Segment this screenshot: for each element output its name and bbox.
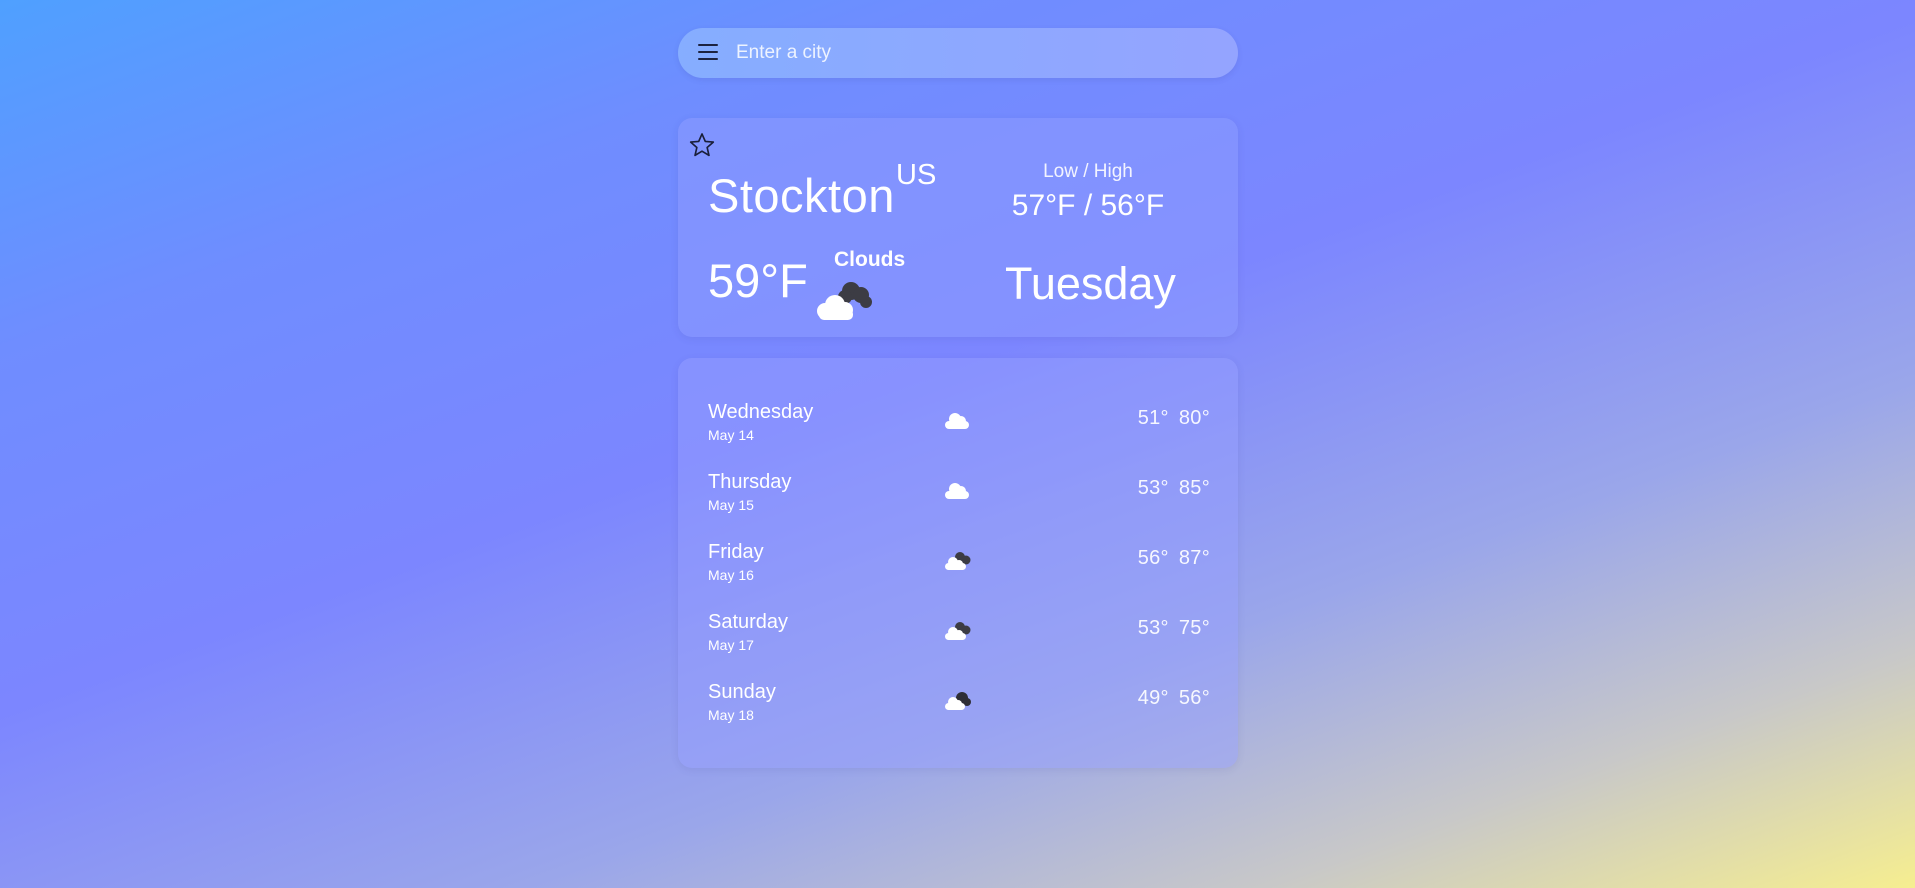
- forecast-day: Thursday: [708, 471, 792, 493]
- broken-clouds-icon: [817, 282, 872, 320]
- forecast-day: Wednesday: [708, 401, 814, 423]
- forecast-temps: 53° 75°: [1138, 618, 1210, 638]
- forecast-temps: 56° 87°: [1138, 548, 1210, 568]
- forecast-temps: 51° 80°: [1138, 408, 1210, 428]
- forecast-low: 53°: [1137, 477, 1169, 499]
- menu-icon[interactable]: [698, 44, 718, 62]
- forecast-high: 87°: [1178, 547, 1210, 569]
- low-high-value: 57°F / 56°F: [1011, 189, 1165, 222]
- forecast-row: Wednesday May 14 51° 80°: [678, 402, 1238, 458]
- forecast-date: May 15: [708, 497, 754, 513]
- broken-clouds-icon: [945, 552, 971, 570]
- broken-clouds-icon: [945, 622, 971, 640]
- forecast-row: Sunday May 18 49° 56°: [678, 682, 1238, 738]
- overcast-clouds-icon: [945, 692, 971, 710]
- search-bar: [678, 28, 1238, 78]
- forecast-card: Wednesday May 14 51° 80° Thursday May 15 …: [678, 358, 1238, 768]
- few-clouds-icon: [945, 483, 969, 499]
- forecast-day: Sunday: [708, 681, 776, 703]
- forecast-date: May 16: [708, 567, 754, 583]
- forecast-low: 51°: [1137, 407, 1169, 429]
- forecast-high: 85°: [1178, 477, 1210, 499]
- forecast-date: May 18: [708, 707, 754, 723]
- current-day: Tuesday: [1005, 258, 1176, 309]
- forecast-day: Friday: [708, 541, 764, 563]
- forecast-date: May 17: [708, 637, 754, 653]
- forecast-row: Thursday May 15 53° 85°: [678, 472, 1238, 528]
- forecast-row: Saturday May 17 53° 75°: [678, 612, 1238, 668]
- forecast-temps: 53° 85°: [1138, 478, 1210, 498]
- forecast-high: 56°: [1178, 687, 1210, 709]
- forecast-low: 53°: [1137, 617, 1169, 639]
- city-search-input[interactable]: [736, 36, 1216, 70]
- forecast-low: 56°: [1137, 547, 1169, 569]
- forecast-high: 80°: [1178, 407, 1210, 429]
- forecast-day: Saturday: [708, 611, 789, 633]
- low-high-label: Low / High: [1043, 161, 1133, 182]
- forecast-row: Friday May 16 56° 87°: [678, 542, 1238, 598]
- forecast-temps: 49° 56°: [1138, 688, 1210, 708]
- forecast-date: May 14: [708, 427, 754, 443]
- few-clouds-icon: [945, 413, 969, 429]
- forecast-high: 75°: [1178, 617, 1210, 639]
- current-temperature: 59°F: [708, 254, 808, 307]
- star-icon[interactable]: [688, 131, 716, 159]
- weather-condition: Clouds: [834, 248, 906, 271]
- forecast-low: 49°: [1137, 687, 1169, 709]
- country-code: US: [896, 159, 937, 191]
- city-name: Stockton: [708, 169, 895, 222]
